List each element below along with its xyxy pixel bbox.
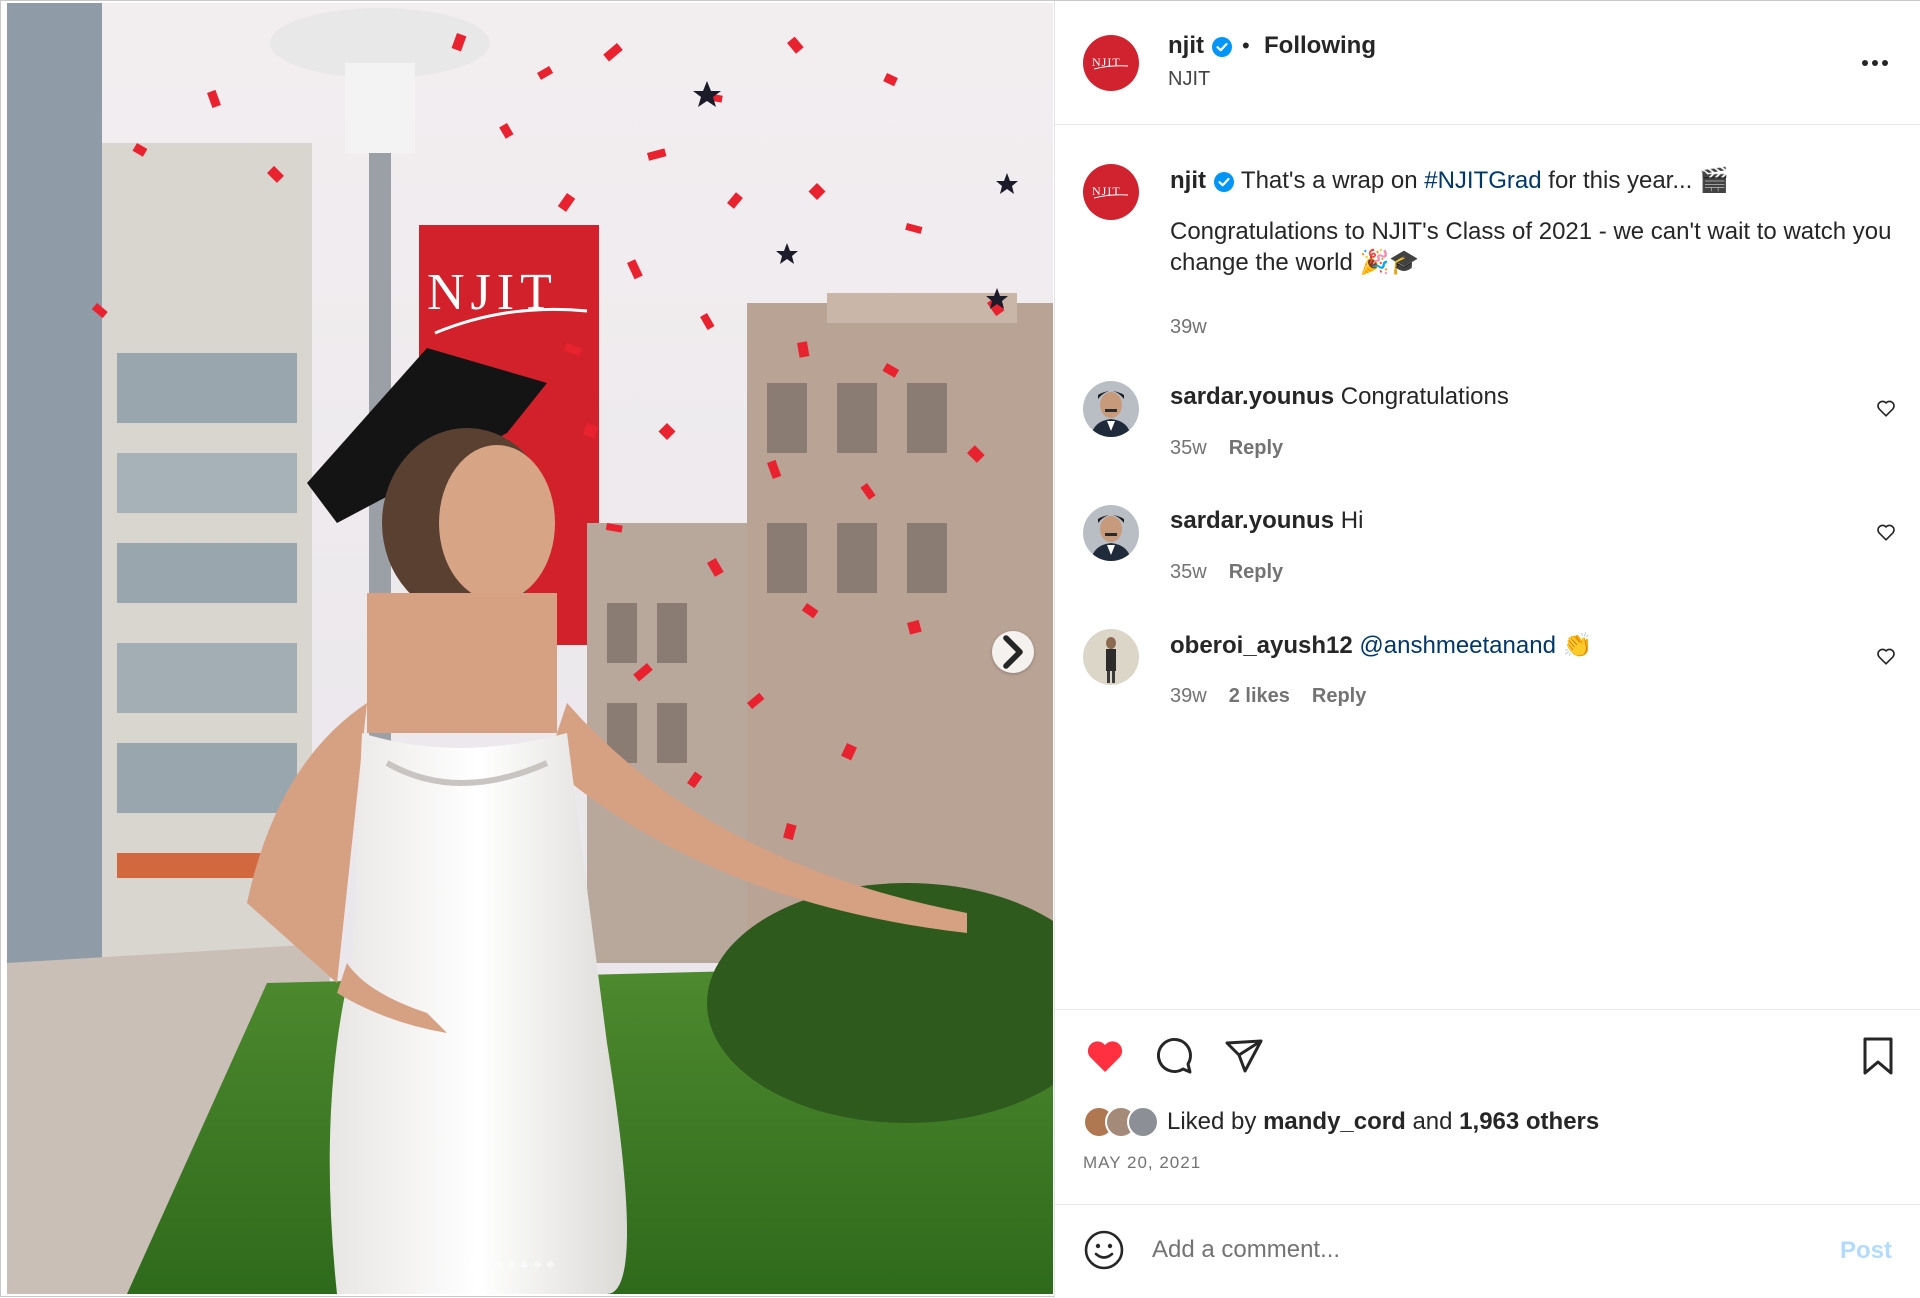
likes-prefix: Liked by <box>1167 1108 1264 1135</box>
carousel-next-button[interactable] <box>992 631 1034 673</box>
carousel-dot <box>521 1261 528 1268</box>
verified-badge-icon <box>1211 36 1232 57</box>
verified-badge-icon <box>1213 171 1234 192</box>
likes-summary: Liked by mandy_cord and 1,963 others <box>1083 1102 1599 1142</box>
carousel-dot <box>469 1261 476 1268</box>
post-photo[interactable]: NJIT <box>7 3 1053 1294</box>
share-icon[interactable] <box>1222 1034 1266 1078</box>
avatar-photo <box>1083 381 1139 437</box>
comment-item: sardar.younus Hi 35w Reply <box>1055 505 1920 605</box>
comment-text: sardar.younus Congratulations <box>1170 383 1509 411</box>
comment-time[interactable]: 35w <box>1170 561 1207 584</box>
commenter-avatar[interactable] <box>1083 629 1139 685</box>
caption: njit That's a wrap on #NJITGrad for this… <box>1170 165 1900 278</box>
likes-middle: and <box>1405 1108 1460 1135</box>
liker-avatar[interactable] <box>1127 1106 1159 1138</box>
comment-emoji: 👏 <box>1562 632 1593 659</box>
njit-logo-icon: NJIT <box>1092 184 1129 199</box>
account-avatar[interactable]: NJIT <box>1083 35 1139 91</box>
commenter-avatar[interactable] <box>1083 505 1139 561</box>
carousel-dot <box>482 1261 489 1268</box>
carousel-dot <box>534 1261 541 1268</box>
graduation-photo: NJIT <box>7 3 1053 1294</box>
reply-button[interactable]: Reply <box>1229 561 1283 584</box>
caption-timestamp[interactable]: 39w <box>1170 316 1207 339</box>
likes-count[interactable]: 1,963 others <box>1459 1108 1599 1135</box>
njit-logo-icon: NJIT <box>1092 55 1129 70</box>
caption-avatar[interactable]: NJIT <box>1083 164 1139 220</box>
like-filled-icon[interactable] <box>1083 1034 1127 1078</box>
comment-time[interactable]: 39w <box>1170 685 1207 708</box>
comment-text: oberoi_ayush12 @anshmeetanand 👏 <box>1170 631 1592 660</box>
heart-outline-icon[interactable] <box>1875 645 1897 667</box>
comment-likes[interactable]: 2 likes <box>1229 685 1290 708</box>
caption-body: Congratulations to NJIT's Class of 2021 … <box>1170 218 1892 276</box>
header-separator: • <box>1242 33 1250 58</box>
more-options-icon[interactable] <box>1855 51 1895 75</box>
carousel-dot <box>547 1261 554 1268</box>
comment-item: oberoi_ayush12 @anshmeetanand 👏 39w 2 li… <box>1055 629 1920 729</box>
caption-hashtag[interactable]: #NJITGrad <box>1424 167 1541 194</box>
commenter-avatar[interactable] <box>1083 381 1139 437</box>
comment-text: sardar.younus Hi <box>1170 507 1363 535</box>
caption-username[interactable]: njit <box>1170 167 1206 194</box>
carousel-dot <box>508 1261 515 1268</box>
emoji-icon[interactable] <box>1083 1229 1125 1271</box>
comment-username[interactable]: sardar.younus <box>1170 383 1334 410</box>
heart-outline-icon[interactable] <box>1875 397 1897 419</box>
account-username[interactable]: njit <box>1168 32 1233 60</box>
instagram-post-window: NJIT NJIT njit • Following NJIT NJIT nji… <box>0 0 1920 1298</box>
reply-button[interactable]: Reply <box>1229 437 1283 460</box>
banner-logo-text: NJIT <box>427 264 558 321</box>
comment-time[interactable]: 35w <box>1170 437 1207 460</box>
liker-username[interactable]: mandy_cord <box>1263 1108 1406 1135</box>
chevron-right-icon <box>1003 635 1023 669</box>
comment-icon[interactable] <box>1152 1034 1196 1078</box>
caption-text-end: for this year... 🎬 <box>1541 167 1729 194</box>
comment-meta: 35w Reply <box>1170 561 1283 584</box>
comment-mention[interactable]: @anshmeetanand <box>1359 632 1556 659</box>
avatar-photo <box>1083 629 1139 685</box>
comment-username[interactable]: sardar.younus <box>1170 507 1334 534</box>
post-date[interactable]: MAY 20, 2021 <box>1083 1153 1201 1173</box>
following-button[interactable]: Following <box>1264 32 1376 60</box>
post-comment-button[interactable]: Post <box>1840 1237 1892 1265</box>
comment-body: Hi <box>1340 507 1364 534</box>
account-username-text[interactable]: njit <box>1168 32 1204 59</box>
carousel-dot <box>495 1261 502 1268</box>
post-header: NJIT njit • Following NJIT <box>1055 1 1920 125</box>
post-details-panel: NJIT njit • Following NJIT NJIT njit Tha… <box>1054 1 1920 1298</box>
heart-outline-icon[interactable] <box>1875 521 1897 543</box>
actions-divider <box>1055 1009 1920 1010</box>
comment-item: sardar.younus Congratulations 35w Reply <box>1055 381 1920 481</box>
likes-text: Liked by mandy_cord and 1,963 others <box>1167 1108 1599 1136</box>
avatar-photo <box>1083 505 1139 561</box>
comment-username[interactable]: oberoi_ayush12 <box>1170 632 1353 659</box>
add-comment-input[interactable] <box>1152 1229 1792 1271</box>
comment-meta: 39w 2 likes Reply <box>1170 685 1366 708</box>
carousel-indicator <box>469 1261 554 1268</box>
bookmark-icon[interactable] <box>1856 1034 1900 1078</box>
caption-text-start: That's a wrap on <box>1240 167 1425 194</box>
composer-divider <box>1055 1204 1920 1205</box>
comment-meta: 35w Reply <box>1170 437 1283 460</box>
account-subtitle[interactable]: NJIT <box>1168 68 1210 91</box>
reply-button[interactable]: Reply <box>1312 685 1366 708</box>
comment-body: Congratulations <box>1340 383 1509 410</box>
